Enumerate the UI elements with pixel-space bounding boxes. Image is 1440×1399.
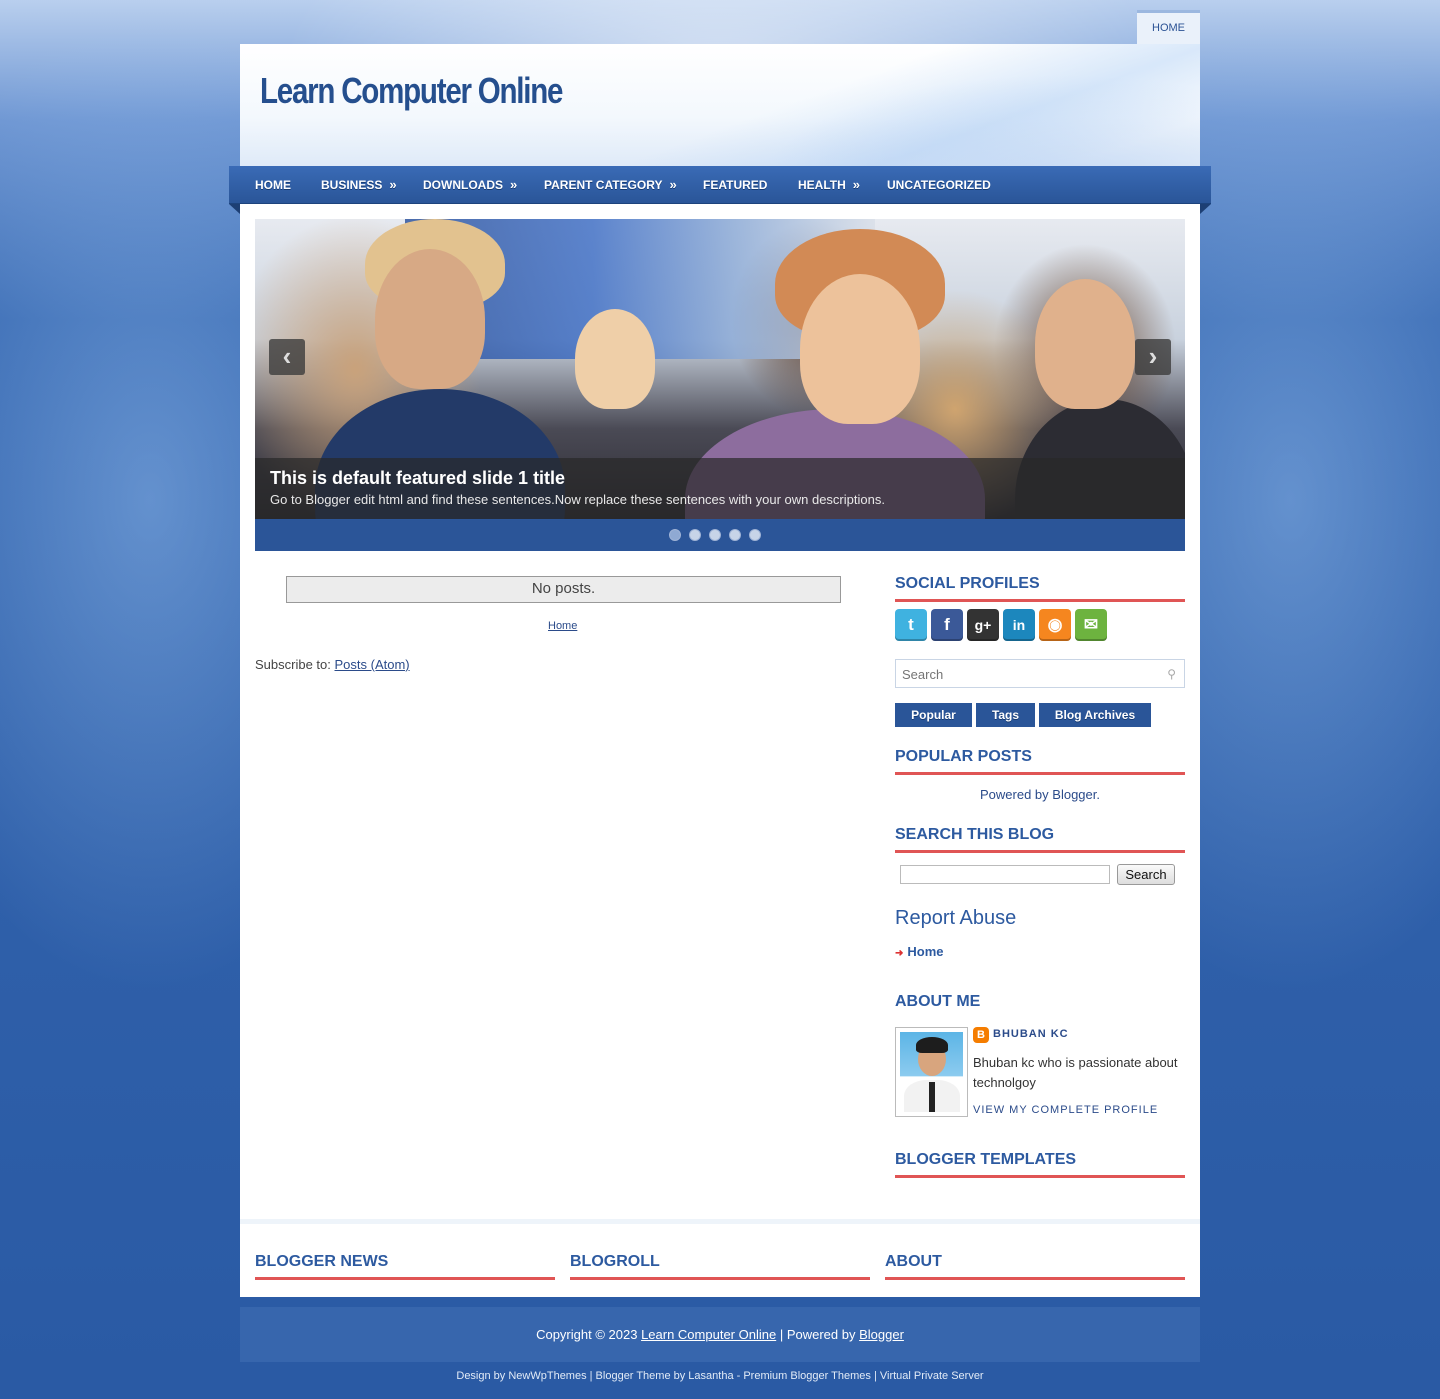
slide-figure <box>1035 279 1135 409</box>
nav-item-health[interactable]: HEALTH» <box>798 166 860 204</box>
email-icon[interactable]: ✉ <box>1075 609 1107 641</box>
view-profile-link[interactable]: VIEW MY COMPLETE PROFILE <box>973 1104 1158 1116</box>
slider-dot[interactable] <box>689 529 701 541</box>
facebook-icon[interactable]: f <box>931 609 963 641</box>
profile-name[interactable]: BHUBAN KC <box>993 1028 1069 1040</box>
slide-figure <box>375 249 485 389</box>
sidebar-search: ⚲ <box>895 659 1185 688</box>
avatar-hair <box>916 1037 948 1053</box>
blogger-templates-title: BLOGGER TEMPLATES <box>895 1151 1185 1178</box>
site-title[interactable]: Learn Computer Online <box>260 70 563 112</box>
nav-item-business[interactable]: BUSINESS» <box>321 166 397 204</box>
slide-title[interactable]: This is default featured slide 1 title <box>270 468 565 489</box>
avatar-tie <box>929 1082 935 1112</box>
top-nav-home[interactable]: HOME <box>1137 10 1200 44</box>
slider-next-button[interactable]: › <box>1135 339 1171 375</box>
subscribe-atom-link[interactable]: Posts (Atom) <box>335 657 410 672</box>
linkedin-icon[interactable]: in <box>1003 609 1035 641</box>
tab-blog-archives[interactable]: Blog Archives <box>1039 703 1151 727</box>
slide-figure <box>800 274 920 424</box>
slider-dot[interactable] <box>709 529 721 541</box>
slider-prev-button[interactable]: ‹ <box>269 339 305 375</box>
main-nav: HOME BUSINESS» DOWNLOADS» PARENT CATEGOR… <box>229 166 1211 214</box>
slider-dot[interactable] <box>749 529 761 541</box>
blogger-icon: B <box>973 1027 989 1043</box>
sidebar-search-input[interactable] <box>902 664 1152 684</box>
social-profiles-title: SOCIAL PROFILES <box>895 575 1185 602</box>
blog-search-input[interactable] <box>900 865 1110 884</box>
footer-divider <box>240 1219 1200 1224</box>
submenu-arrow-icon: » <box>389 177 397 192</box>
blogroll-title: BLOGROLL <box>570 1253 870 1280</box>
submenu-arrow-icon: » <box>852 177 861 192</box>
tab-tags[interactable]: Tags <box>976 703 1035 727</box>
submenu-arrow-icon: » <box>669 177 677 192</box>
home-link[interactable]: Home <box>548 620 577 632</box>
theme-credits[interactable]: Design by NewWpThemes | Blogger Theme by… <box>0 1370 1440 1382</box>
google-plus-icon[interactable]: g+ <box>967 609 999 641</box>
powered-by-blogger[interactable]: Powered by Blogger. <box>895 787 1185 802</box>
submenu-arrow-icon: » <box>510 177 518 192</box>
profile-description: Bhuban kc who is passionate about techno… <box>973 1055 1178 1090</box>
slider-dot[interactable] <box>729 529 741 541</box>
slider-dot[interactable] <box>669 529 681 541</box>
tab-popular[interactable]: Popular <box>895 703 972 727</box>
twitter-icon[interactable]: t <box>895 609 927 641</box>
subscribe-label: Subscribe to: <box>255 657 331 672</box>
header-swoosh <box>760 74 1200 166</box>
footer-bar: Copyright © 2023 Learn Computer Online |… <box>240 1307 1200 1362</box>
slide-caption: This is default featured slide 1 title G… <box>255 458 1185 519</box>
nav-item-downloads[interactable]: DOWNLOADS» <box>423 166 517 204</box>
slide-figure <box>575 309 655 409</box>
avatar[interactable] <box>895 1027 968 1117</box>
report-abuse-title[interactable]: Report Abuse <box>895 907 1016 930</box>
nav-item-featured[interactable]: FEATURED <box>703 166 767 204</box>
report-abuse-home-link[interactable]: ➜ Home <box>895 944 944 959</box>
copyright-text: Copyright © 2023 <box>536 1327 638 1342</box>
search-blog-title: SEARCH THIS BLOG <box>895 826 1185 853</box>
search-icon[interactable]: ⚲ <box>1167 667 1176 681</box>
slider-pager <box>255 519 1185 551</box>
arrow-bullet-icon: ➜ <box>895 948 904 959</box>
blogger-news-title: BLOGGER NEWS <box>255 1253 555 1280</box>
slide-description: Go to Blogger edit html and find these s… <box>270 492 885 507</box>
header: Learn Computer Online <box>240 44 1200 166</box>
blog-search-button[interactable]: Search <box>1117 864 1175 885</box>
powered-by-text: | Powered by <box>779 1327 856 1342</box>
footer-blogger-link[interactable]: Blogger <box>859 1327 904 1342</box>
nav-item-parent-category[interactable]: PARENT CATEGORY» <box>544 166 677 204</box>
footer-site-link[interactable]: Learn Computer Online <box>641 1327 776 1342</box>
rss-icon[interactable]: ◉ <box>1039 609 1071 641</box>
about-me-title: ABOUT ME <box>895 993 981 1010</box>
no-posts-message: No posts. <box>286 576 841 603</box>
nav-item-uncategorized[interactable]: UNCATEGORIZED <box>887 166 991 204</box>
avatar-photo <box>900 1032 963 1112</box>
subscribe-line: Subscribe to: Posts (Atom) <box>255 657 410 672</box>
about-title: ABOUT <box>885 1253 1185 1280</box>
nav-item-home[interactable]: HOME <box>255 166 291 204</box>
popular-posts-title: POPULAR POSTS <box>895 748 1185 775</box>
